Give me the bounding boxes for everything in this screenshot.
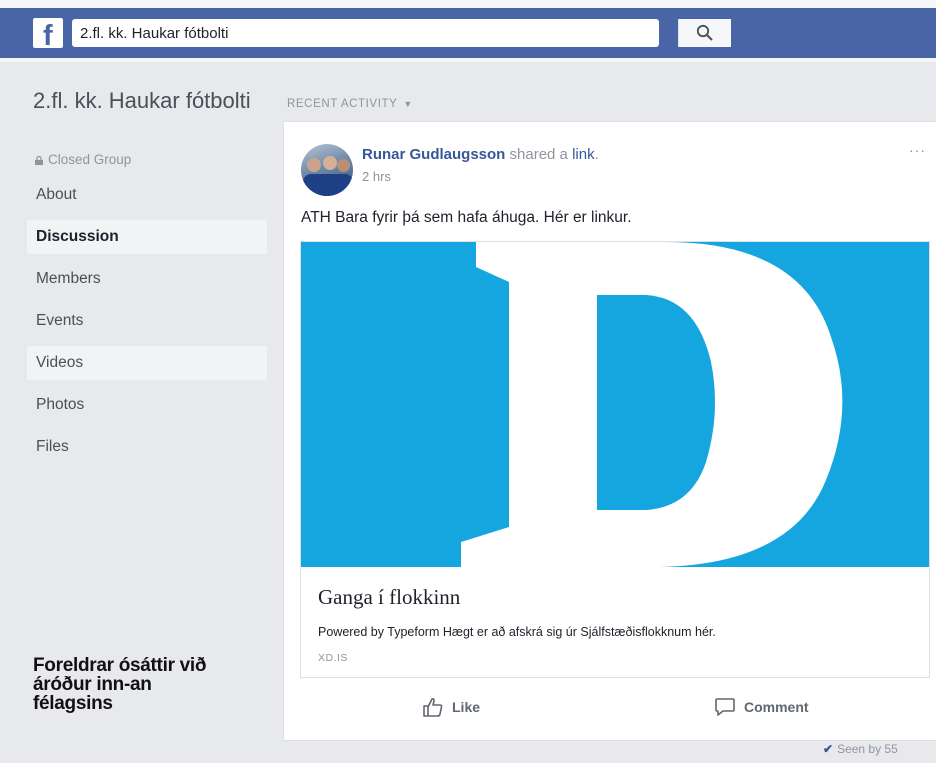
post-verb: shared a (509, 146, 568, 163)
group-nav: About Discussion Members Events Videos P… (27, 178, 267, 472)
post-card: Runar Gudlaugsson shared a link. 2 hrs ·… (283, 121, 936, 741)
seen-by-label: Seen by 55 (837, 742, 898, 756)
caret-down-icon: ▼ (403, 99, 413, 109)
recent-activity-label: RECENT ACTIVITY (287, 98, 398, 110)
avatar[interactable] (301, 144, 353, 196)
link-preview[interactable]: Ganga í flokkinn Powered by Typeform Hæg… (300, 241, 930, 678)
nav-item-discussion[interactable]: Discussion (27, 220, 267, 254)
check-icon: ✔ (823, 742, 834, 756)
search-input[interactable] (80, 22, 560, 44)
more-options-icon[interactable]: ··· (909, 142, 926, 158)
search-icon (696, 24, 713, 41)
news-caption: Foreldrar ósáttir við áróður inn-an féla… (33, 655, 207, 714)
post-text: ATH Bara fyrir þá sem hafa áhuga. Hér er… (301, 209, 632, 226)
nav-item-members[interactable]: Members (27, 262, 267, 296)
nav-item-files[interactable]: Files (27, 430, 267, 464)
link-title[interactable]: Ganga í flokkinn (318, 585, 460, 610)
group-privacy-label: Closed Group (48, 152, 132, 167)
nav-item-about[interactable]: About (27, 178, 267, 212)
post-object-link[interactable]: link (572, 146, 595, 163)
comment-label: Comment (744, 699, 809, 715)
like-label: Like (452, 699, 481, 715)
comment-button[interactable]: Comment (714, 692, 834, 722)
post-timestamp[interactable]: 2 hrs (362, 169, 391, 184)
navigation-bar: f (0, 8, 936, 58)
search-box[interactable] (72, 19, 731, 47)
post-header: Runar Gudlaugsson shared a link. (362, 146, 599, 163)
top-bar: f (0, 0, 936, 62)
d-logo-icon (461, 242, 843, 567)
nav-item-events[interactable]: Events (27, 304, 267, 338)
seen-by[interactable]: ✔ Seen by 55 (823, 742, 898, 756)
link-description: Powered by Typeform Hægt er að afskrá si… (318, 625, 716, 639)
nav-item-photos[interactable]: Photos (27, 388, 267, 422)
group-privacy: Closed Group (35, 152, 131, 167)
comment-icon (715, 698, 735, 716)
facebook-logo-icon[interactable]: f (33, 18, 63, 48)
group-title[interactable]: 2.fl. kk. Haukar fótbolti (33, 86, 263, 116)
like-button[interactable]: Like (422, 692, 502, 722)
author-name[interactable]: Runar Gudlaugsson (362, 146, 505, 163)
thumbs-up-icon (423, 697, 443, 717)
link-image[interactable] (301, 242, 929, 567)
link-domain: XD.IS (318, 652, 348, 664)
lock-icon (35, 156, 43, 165)
recent-activity-dropdown[interactable]: RECENT ACTIVITY ▼ (287, 98, 413, 110)
search-button[interactable] (678, 19, 731, 47)
nav-item-videos[interactable]: Videos (27, 346, 267, 380)
post-actions: Like Comment (284, 692, 936, 726)
